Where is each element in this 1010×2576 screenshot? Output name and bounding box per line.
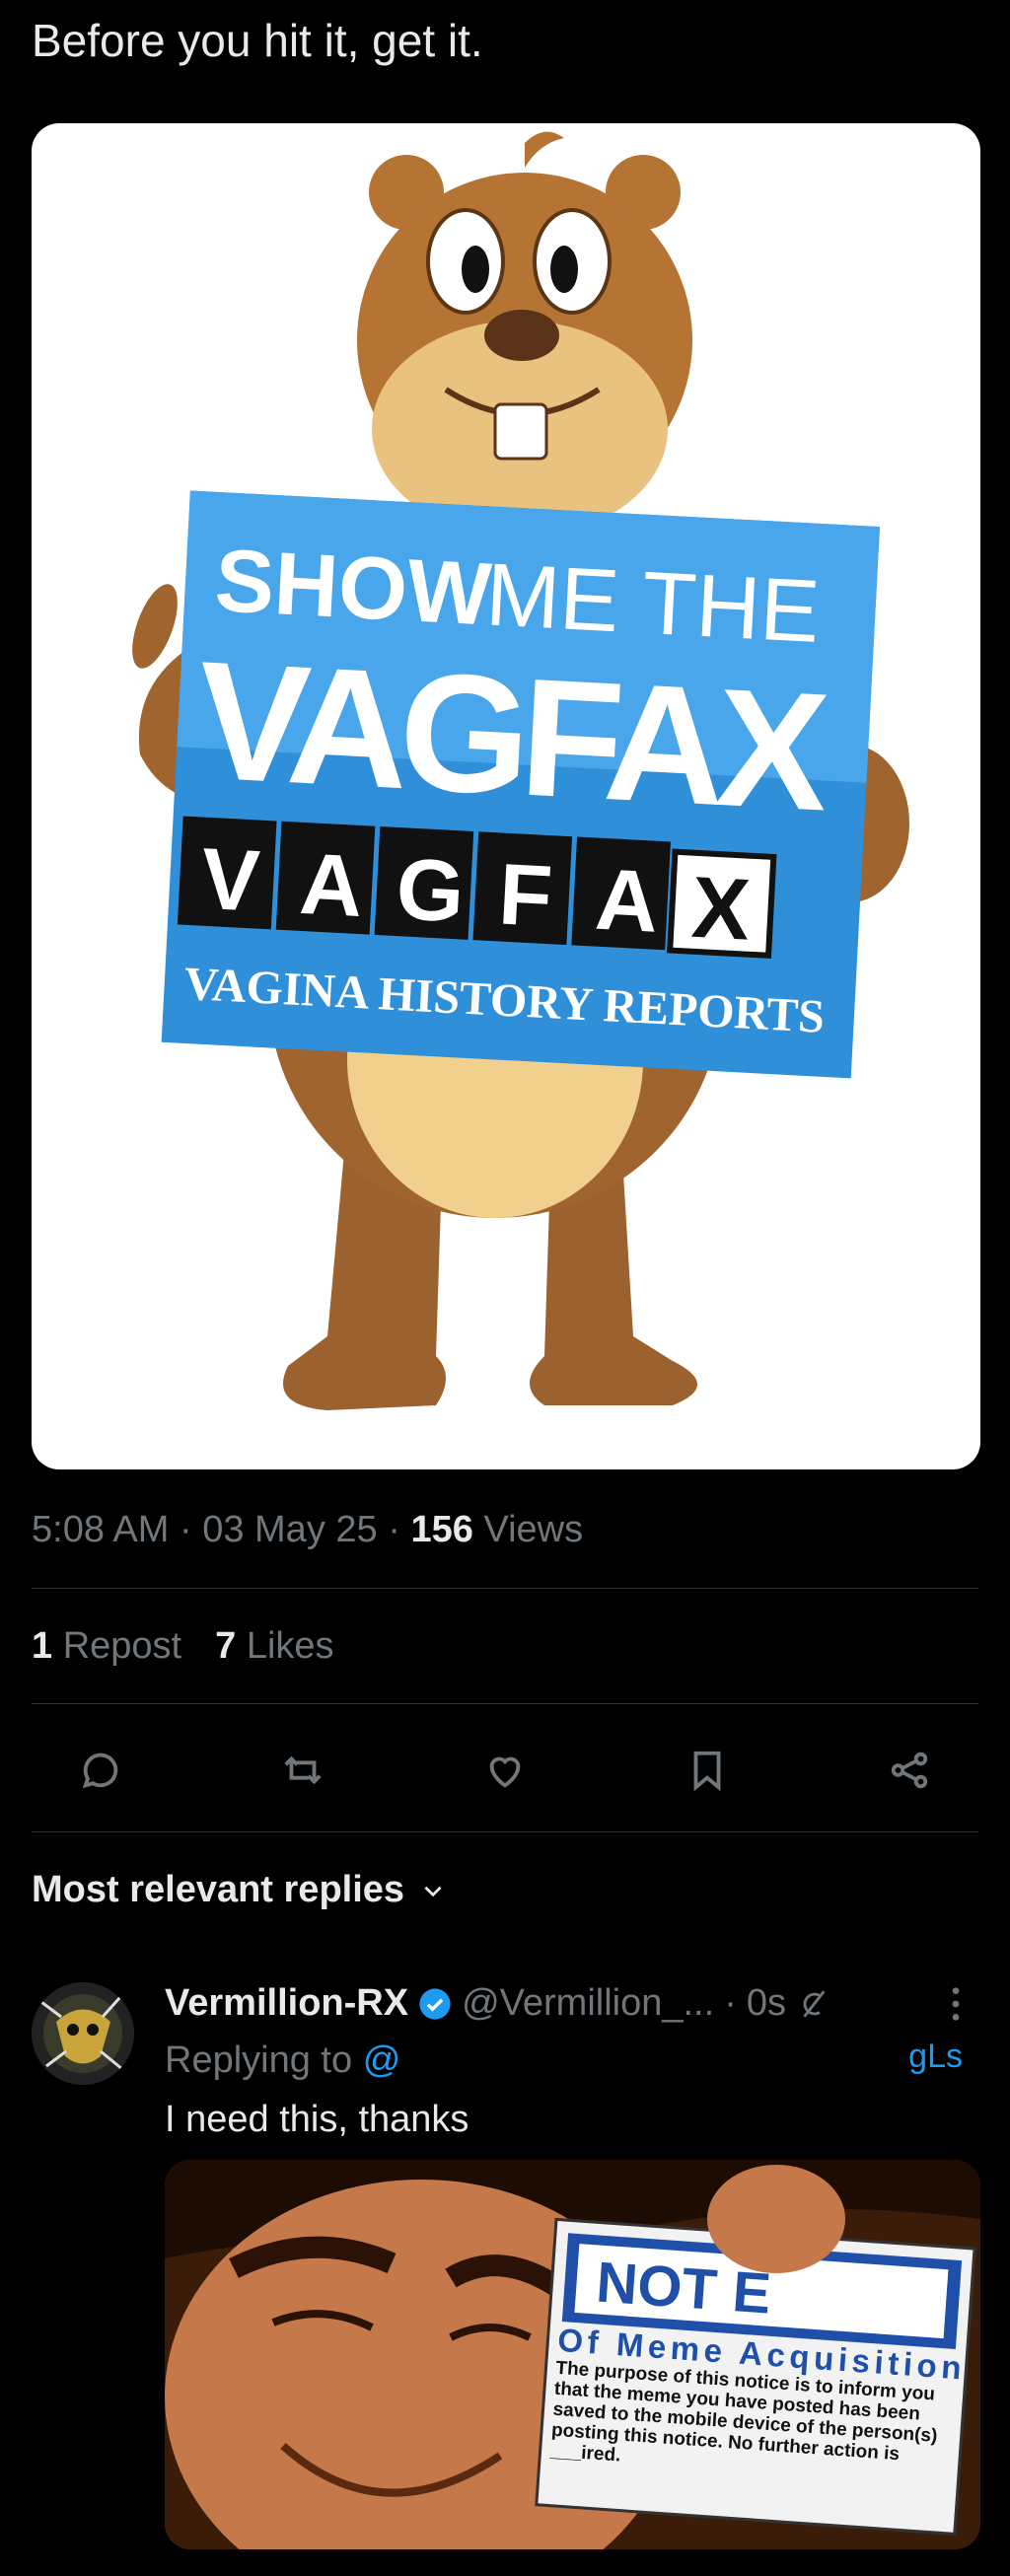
svg-text:X: X [689,858,753,959]
share-icon[interactable] [882,1743,937,1798]
more-options-icon[interactable] [949,1984,963,2024]
divider [32,1831,978,1832]
avatar[interactable] [32,1982,134,2085]
bookmark-icon[interactable] [680,1743,735,1798]
svg-text:A: A [298,834,366,935]
reposts-stat[interactable]: 1 Repost [32,1625,181,1668]
divider [32,1588,978,1589]
svg-text:F: F [496,844,554,945]
like-icon[interactable] [477,1743,533,1798]
replies-sort-dropdown[interactable]: Most relevant replies [32,1869,446,1911]
truncated-link-fragment[interactable]: gLs [908,2038,963,2076]
beaver-illustration: SHOW ME THE VAGFAX V A G F A X VAGINA HI… [132,131,909,1410]
sign-line1a: SHOW [213,532,494,645]
sign-big-text: VAGFAX [193,626,833,846]
post-meta: 5:08 AM · 03 May 25 · 156 Views [32,1509,584,1550]
reply-image[interactable]: NOT E Of Meme Acquisition The purpose of… [165,2160,980,2549]
verified-badge-icon [419,1987,451,2020]
post-date: 03 May 25 [202,1509,378,1550]
reply-icon[interactable] [73,1743,128,1798]
post-stats: 1 Repost 7 Likes [32,1625,334,1668]
views-count: 156 [410,1509,473,1550]
grok-icon[interactable] [796,1987,830,2021]
reply-time: 0s [746,1982,786,2024]
views-label: Views [483,1509,584,1550]
divider [32,1703,978,1704]
action-bar [32,1736,978,1805]
reply-header: Vermillion-RX @Vermillion_... · 0s [165,1982,830,2025]
reply-text: I need this, thanks [165,2099,469,2140]
reply-author-name[interactable]: Vermillion-RX [165,1982,408,2025]
post-text: Before you hit it, get it. [32,15,483,66]
replying-to-link[interactable]: @ [363,2039,401,2081]
svg-text:V: V [199,829,262,930]
replying-to: Replying to @ [165,2039,401,2081]
svg-text:G: G [395,839,468,940]
post-image[interactable]: SHOW ME THE VAGFAX V A G F A X VAGINA HI… [32,123,980,1469]
post-time: 5:08 AM [32,1509,170,1550]
repost-icon[interactable] [275,1743,330,1798]
replies-header-label: Most relevant replies [32,1869,405,1910]
svg-text:A: A [593,850,661,951]
chevron-down-icon [424,1886,442,1896]
likes-stat[interactable]: 7 Likes [215,1625,333,1668]
reply-author-handle[interactable]: @Vermillion_... [462,1982,714,2025]
